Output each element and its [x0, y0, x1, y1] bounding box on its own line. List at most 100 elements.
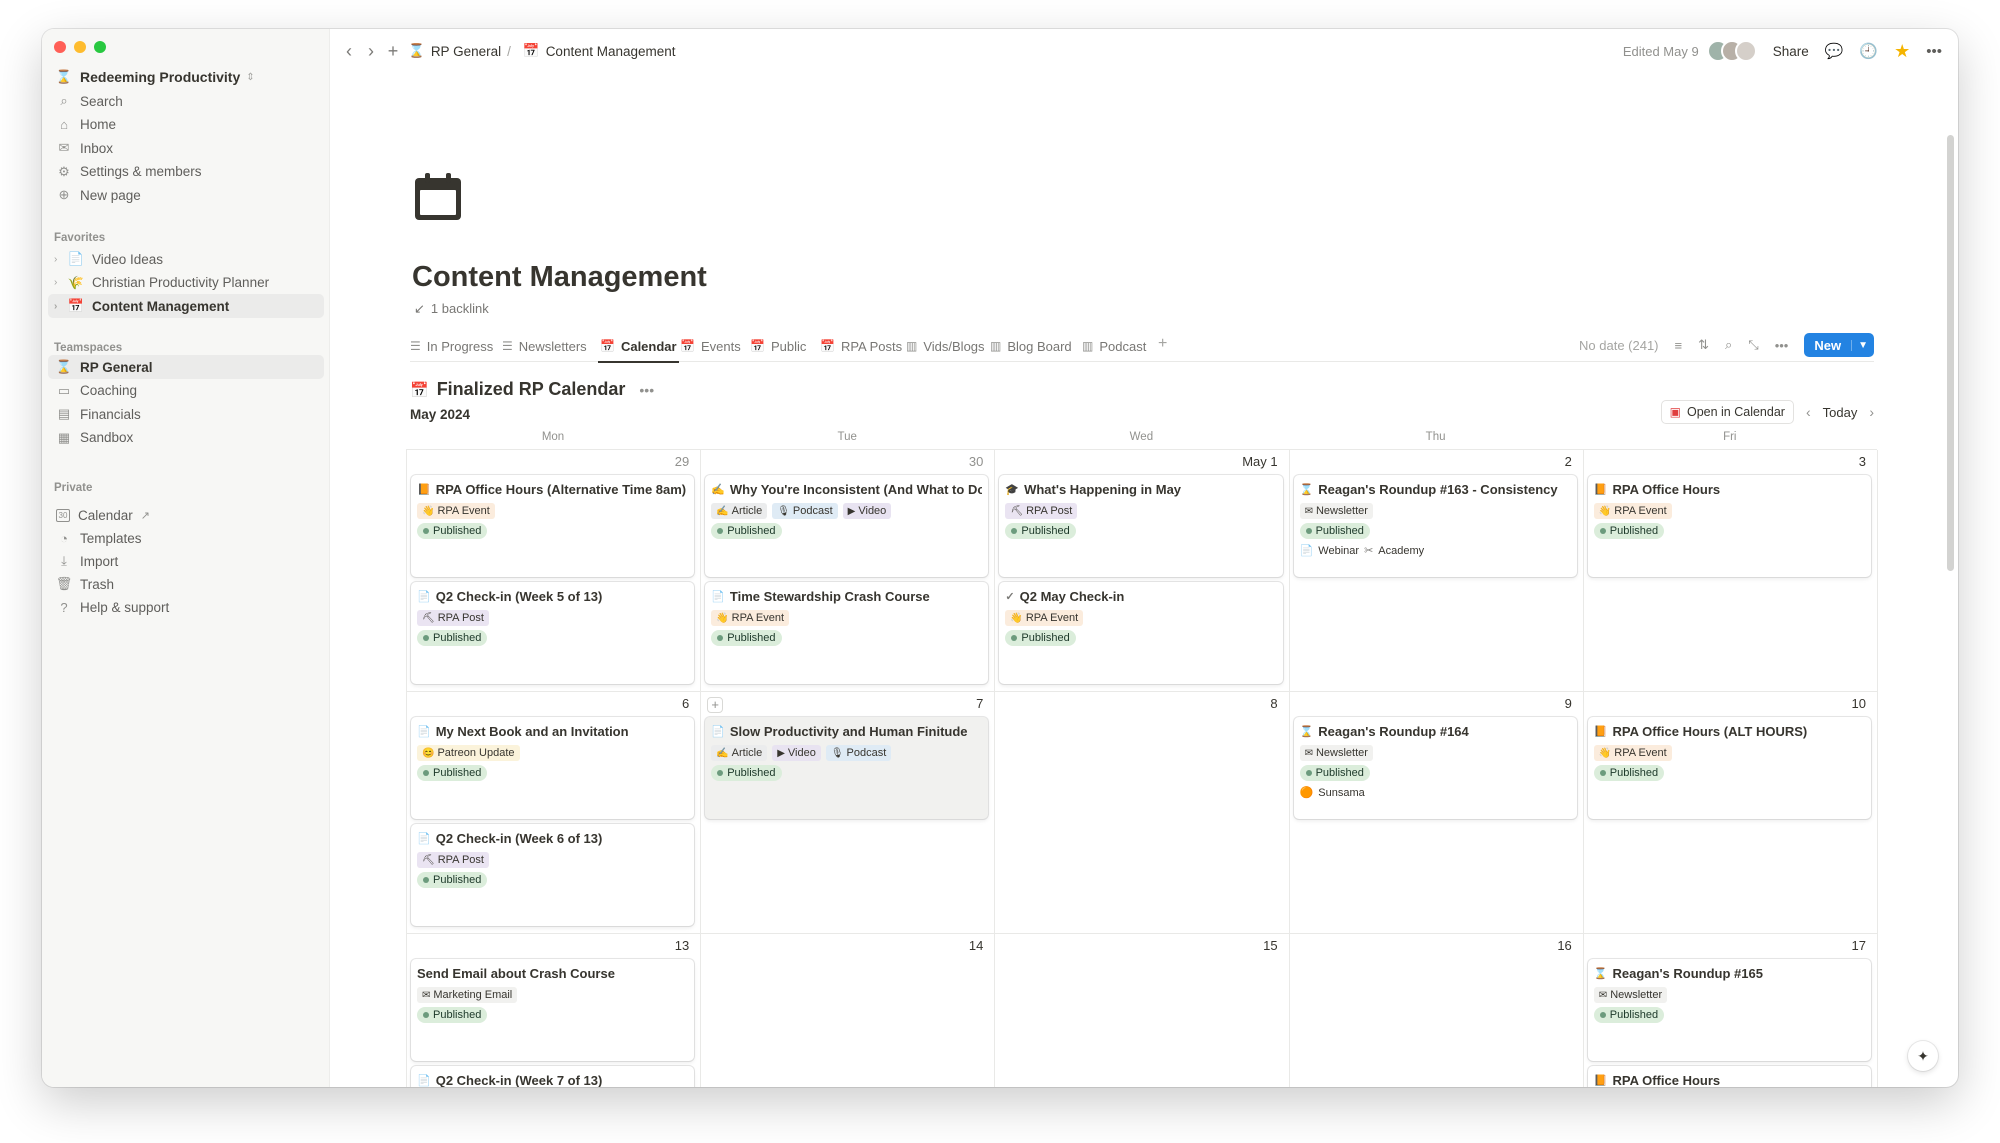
- chevron-right-icon[interactable]: ›: [54, 277, 64, 288]
- chevron-right-icon[interactable]: ›: [54, 254, 64, 265]
- add-view-icon[interactable]: +: [1158, 335, 1167, 353]
- chevron-down-icon[interactable]: ▼: [1851, 339, 1874, 351]
- more-icon[interactable]: •••: [1775, 338, 1789, 353]
- sidebar-item-rp-general[interactable]: ⌛ RP General: [48, 355, 324, 379]
- filter-icon[interactable]: ≡: [1675, 338, 1683, 353]
- day-number[interactable]: 6: [649, 696, 689, 711]
- sidebar-item-trash[interactable]: 🗑 Trash: [48, 572, 324, 596]
- sidebar-item-import[interactable]: ⤓ Import: [48, 549, 324, 573]
- day-number[interactable]: 13: [649, 938, 689, 953]
- backlink[interactable]: ↙ 1 backlink: [414, 301, 489, 317]
- minimize-window-button[interactable]: [74, 41, 86, 53]
- plus-icon[interactable]: +: [382, 41, 404, 62]
- scrollbar[interactable]: [1947, 135, 1954, 571]
- day-number[interactable]: 15: [1238, 938, 1277, 953]
- tab-vids-blogs[interactable]: ▥ Vids/Blogs: [906, 335, 985, 357]
- event-card[interactable]: 📄 Q2 Check-in (Week 6 of 13) ⛏ RPA Post Publ…: [411, 824, 695, 926]
- chevron-right-icon[interactable]: ›: [1869, 404, 1874, 420]
- no-date-button[interactable]: No date (241): [1579, 338, 1659, 353]
- day-number[interactable]: 16: [1532, 938, 1571, 953]
- zoom-window-button[interactable]: [94, 41, 106, 53]
- event-card[interactable]: 📄Q2 Check-in (Week 7 of 13)⛏RPA PostPubl…: [411, 1066, 695, 1087]
- event-card[interactable]: ⌛ Reagan's Roundup #163 - Consistency ✉ New…: [1293, 475, 1577, 577]
- chevron-left-icon[interactable]: ‹: [1806, 404, 1811, 420]
- tag-label: Newsletter: [1315, 505, 1368, 517]
- sidebar-item-settings-members[interactable]: ⚙ Settings & members: [48, 160, 324, 184]
- sidebar-item-coaching[interactable]: ▭ Coaching: [48, 379, 324, 403]
- calendar-title-text[interactable]: Finalized RP Calendar: [437, 379, 626, 400]
- tab-public[interactable]: 📅 Public: [750, 335, 806, 357]
- day-number[interactable]: 14: [943, 938, 983, 953]
- day-number[interactable]: 30: [943, 454, 983, 469]
- search-icon[interactable]: ⌕: [1725, 337, 1732, 353]
- day-number[interactable]: 8: [1238, 696, 1277, 711]
- event-card[interactable]: 📙RPA Office Hours👋RPA EventPublished: [1587, 1066, 1871, 1087]
- sidebar-item-sandbox[interactable]: ▦ Sandbox: [48, 426, 324, 450]
- event-card[interactable]: Send Email about Crash Course ✉ Marketing …: [411, 959, 695, 1061]
- tab-newsletters[interactable]: ☰ Newsletters: [502, 335, 587, 357]
- day-number[interactable]: 7: [943, 696, 983, 711]
- back-arrow-icon[interactable]: ‹: [338, 41, 360, 62]
- event-card[interactable]: 📙 RPA Office Hours (ALT HOURS) 👋 RPA Event P…: [1587, 717, 1871, 819]
- event-card[interactable]: 📄 Q2 Check-in (Week 5 of 13) ⛏ RPA Post Publ…: [411, 582, 695, 684]
- event-card[interactable]: ⌛ Reagan's Roundup #164 ✉ Newsletter Publish…: [1293, 717, 1577, 819]
- day-number[interactable]: 10: [1826, 696, 1866, 711]
- day-number[interactable]: 9: [1532, 696, 1572, 711]
- tab-podcast[interactable]: ▥ Podcast: [1082, 335, 1146, 357]
- close-window-button[interactable]: [54, 41, 66, 53]
- event-card[interactable]: 📙RPA Office Hours👋RPA EventPublished: [1587, 475, 1871, 577]
- calendar-icon[interactable]: [412, 172, 464, 227]
- star-icon[interactable]: ★: [1894, 41, 1910, 62]
- sidebar-item-video-ideas[interactable]: › 📄 Video Ideas: [48, 247, 324, 271]
- more-icon[interactable]: •••: [1926, 43, 1942, 60]
- open-in-calendar-label: Open in Calendar: [1686, 405, 1785, 419]
- day-number[interactable]: May 1: [1218, 454, 1277, 469]
- expand-icon[interactable]: ⤡: [1748, 337, 1758, 353]
- chevron-right-icon[interactable]: ›: [54, 301, 64, 312]
- sidebar-item-home[interactable]: ⌂ Home: [48, 113, 324, 137]
- event-card[interactable]: ⌛ Reagan's Roundup #165 ✉ Newsletter Publish…: [1587, 959, 1871, 1061]
- more-icon[interactable]: •••: [639, 382, 654, 398]
- event-card[interactable]: ✍Why You're Inconsistent (And What to Do…: [705, 475, 989, 577]
- sidebar-item-inbox[interactable]: ✉ Inbox: [48, 136, 324, 160]
- share-button[interactable]: Share: [1773, 44, 1809, 59]
- event-card[interactable]: 📄 Time Stewardship Crash Course 👋 RPA Event…: [705, 582, 989, 684]
- breadcrumb-current[interactable]: Content Management: [546, 44, 676, 59]
- ai-assistant-button[interactable]: ✦: [1908, 1041, 1938, 1071]
- day-number[interactable]: 2: [1532, 454, 1572, 469]
- tab-rpa-posts[interactable]: 📅 RPA Posts: [820, 335, 902, 357]
- sidebar-item-calendar[interactable]: 30 Calendar ↗: [48, 503, 324, 527]
- add-event-button[interactable]: +: [707, 697, 724, 713]
- workspace-switcher[interactable]: ⌛ Redeeming Productivity ⇕: [48, 65, 324, 89]
- day-number[interactable]: 3: [1826, 454, 1866, 469]
- event-card[interactable]: 📙 RPA Office Hours (Alternative Time 8am)…: [411, 475, 695, 577]
- page-title[interactable]: Content Management: [412, 261, 707, 294]
- history-icon[interactable]: 🕘: [1859, 42, 1878, 60]
- event-card[interactable]: ✓ Q2 May Check-in 👋 RPA Event Published: [999, 582, 1283, 684]
- sidebar-item-new-page[interactable]: ⊕ New page: [48, 183, 324, 207]
- sidebar-item-help-support[interactable]: ? Help & support: [48, 595, 324, 619]
- sidebar-item-search[interactable]: ⌕ Search: [48, 89, 324, 113]
- tab-calendar[interactable]: 📅 Calendar: [598, 335, 679, 363]
- sidebar-item-christian-productivity-planner[interactable]: › 🌾 Christian Productivity Planner: [48, 271, 324, 295]
- tab-blog-board[interactable]: ▥ Blog Board: [990, 335, 1072, 357]
- day-number[interactable]: 29: [649, 454, 689, 469]
- breadcrumb-parent[interactable]: RP General: [431, 44, 501, 59]
- event-card[interactable]: 📄 My Next Book and an Invitation 😊 Patreon …: [411, 717, 695, 819]
- new-button[interactable]: New ▼: [1804, 333, 1874, 357]
- open-in-calendar-button[interactable]: ▣ Open in Calendar: [1660, 400, 1794, 424]
- sidebar-item-content-management[interactable]: › 📅 Content Management: [48, 294, 324, 318]
- event-card[interactable]: 🎓 What's Happening in May ⛏ RPA Post Publish…: [999, 475, 1283, 577]
- avatar-stack[interactable]: [1706, 40, 1757, 62]
- sort-icon[interactable]: ⇅: [1698, 337, 1709, 353]
- event-card[interactable]: 📄 Slow Productivity and Human Finitude ✍ Ar…: [705, 717, 989, 819]
- tab-in-progress[interactable]: ☰ In Progress: [410, 335, 493, 357]
- tab-events[interactable]: 📅 Events: [680, 335, 741, 357]
- tag-label: RPA Event: [1025, 612, 1079, 624]
- sidebar-item-financials[interactable]: ▤ Financials: [48, 402, 324, 426]
- today-button[interactable]: Today: [1823, 405, 1858, 420]
- day-number[interactable]: 17: [1826, 938, 1866, 953]
- forward-arrow-icon[interactable]: ›: [360, 41, 382, 62]
- sidebar-item-templates[interactable]: ◔ Templates: [48, 526, 324, 550]
- comment-icon[interactable]: 💬: [1825, 42, 1844, 60]
